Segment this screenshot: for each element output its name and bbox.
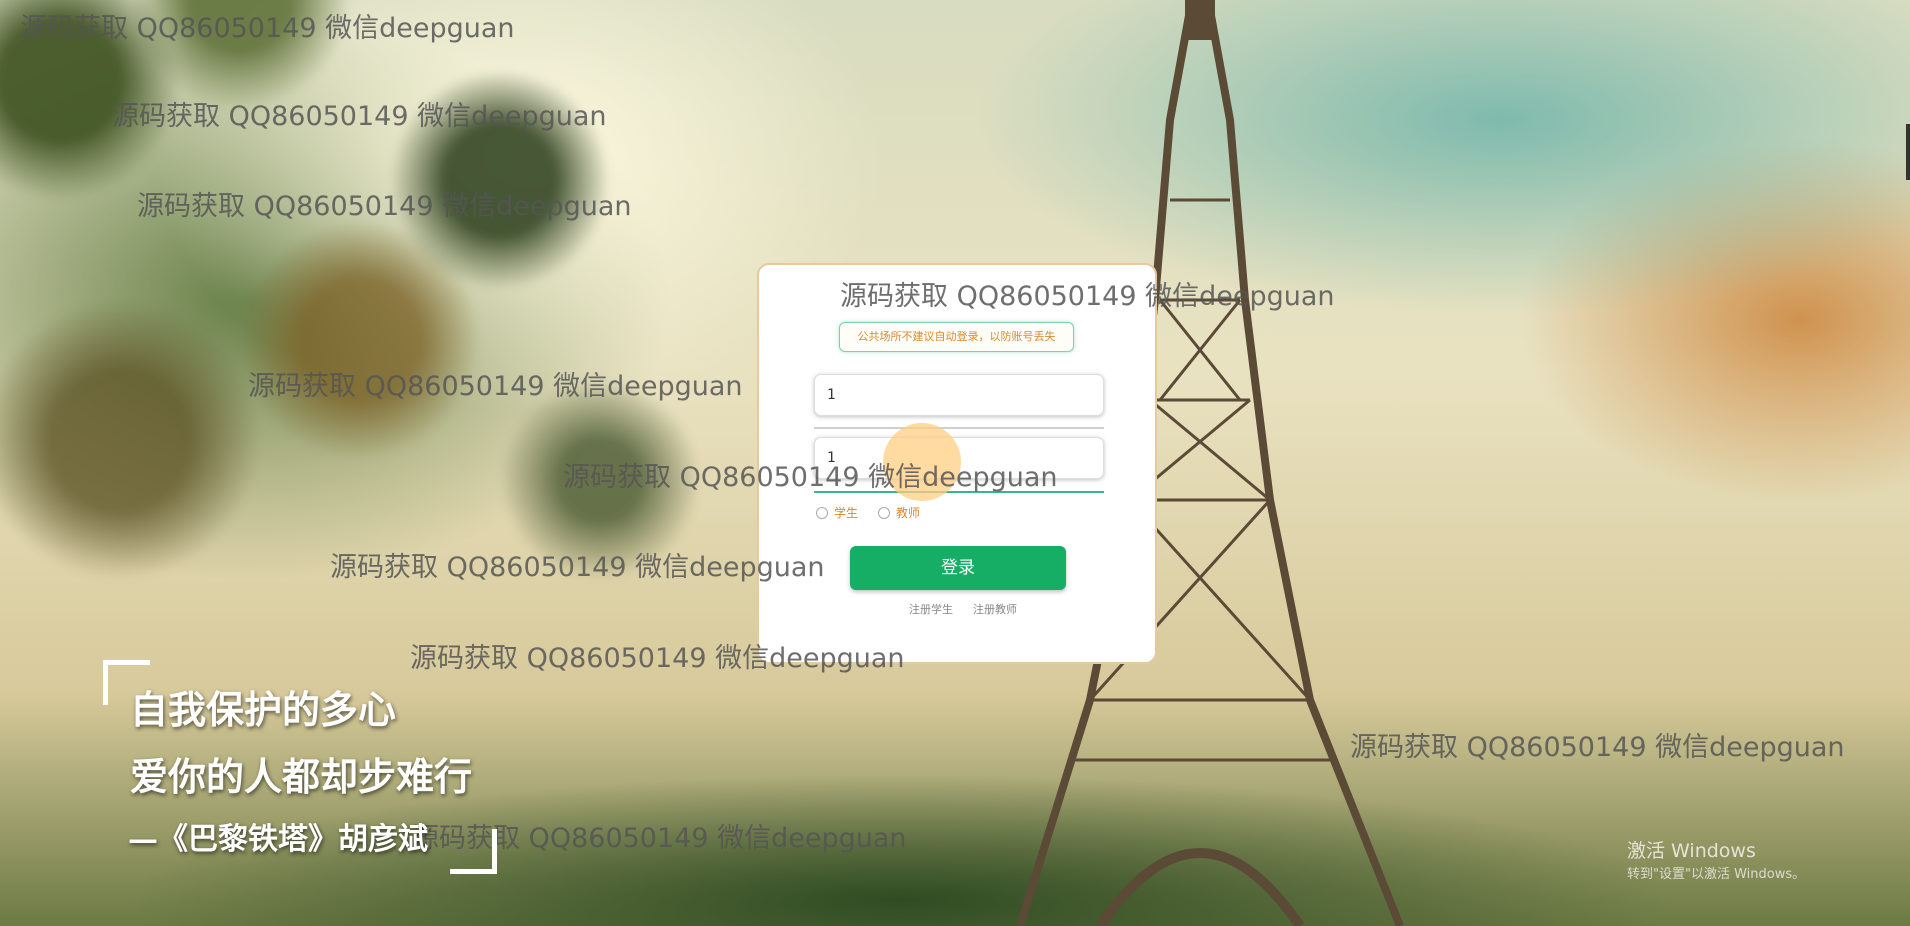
login-card: 公共场所不建议自动登录，以防账号丢失 1 1 学生 教师 登录 注册学生 注册教… [757,263,1157,664]
edge-scroll-handle[interactable] [1906,124,1910,180]
register-links: 注册学生 注册教师 [909,601,1017,617]
foliage-decoration [0,0,800,700]
poem-attribution: —《巴黎铁塔》胡彦斌 [128,822,428,857]
windows-activation-title: 激活 Windows [1627,840,1756,862]
username-underline [814,427,1104,429]
username-input[interactable]: 1 [814,374,1104,416]
role-teacher-label[interactable]: 教师 [896,504,920,521]
role-selector: 学生 教师 [816,504,920,521]
register-student-link[interactable]: 注册学生 [909,601,953,617]
register-teacher-link[interactable]: 注册教师 [973,601,1017,617]
role-student-label[interactable]: 学生 [834,504,858,521]
role-student-radio[interactable] [816,506,828,519]
role-teacher-radio[interactable] [878,506,891,519]
login-button[interactable]: 登录 [850,546,1066,590]
poem-line-1: 自我保护的多心 [130,687,397,732]
poem-line-2: 爱你的人都却步难行 [130,754,473,799]
password-underline [814,491,1104,493]
windows-activation-subtitle: 转到"设置"以激活 Windows。 [1627,867,1806,882]
click-indicator [883,423,961,501]
quote-bracket-close [450,829,497,874]
security-notice: 公共场所不建议自动登录，以防账号丢失 [839,322,1074,352]
